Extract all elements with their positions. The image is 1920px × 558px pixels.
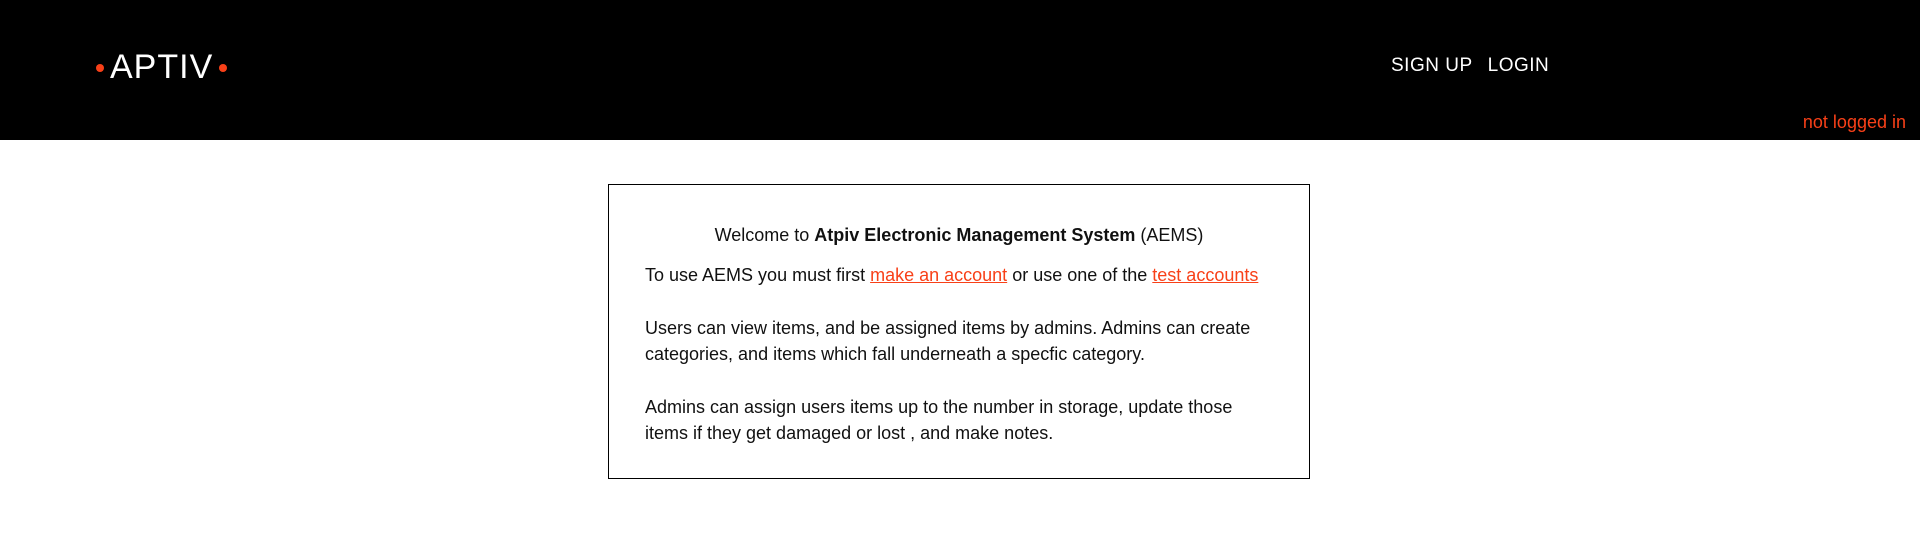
logo-dot-icon	[96, 63, 104, 72]
logo-dot-icon	[219, 63, 228, 72]
login-link[interactable]: LOGIN	[1488, 55, 1550, 77]
admins-description: Admins can assign users items up to the …	[645, 397, 1233, 443]
top-header: APTIV SIGN UP LOGIN not logged in	[0, 0, 1920, 140]
make-account-link[interactable]: make an account	[870, 265, 1007, 285]
intro-text-middle: or use one of the	[1007, 265, 1153, 285]
logo-text: APTIV	[110, 48, 214, 86]
system-name: Atpiv Electronic Management System	[814, 225, 1136, 245]
welcome-heading: Welcome to Atpiv Electronic Management S…	[645, 222, 1273, 248]
login-status: not logged in	[1802, 112, 1906, 132]
welcome-card: Welcome to Atpiv Electronic Management S…	[608, 184, 1310, 479]
intro-text-before: To use AEMS you must first	[645, 265, 871, 285]
signup-link[interactable]: SIGN UP	[1391, 55, 1473, 77]
main-nav: SIGN UP LOGIN	[1391, 55, 1549, 77]
aptiv-logo[interactable]: APTIV	[96, 48, 228, 87]
test-accounts-link[interactable]: test accounts	[1152, 265, 1258, 285]
users-description: Users can view items, and be assigned it…	[645, 318, 1251, 364]
welcome-prefix: Welcome to	[714, 225, 815, 245]
intro-text: To use AEMS you must first make an accou…	[645, 262, 1273, 288]
welcome-suffix: (AEMS)	[1135, 225, 1204, 245]
